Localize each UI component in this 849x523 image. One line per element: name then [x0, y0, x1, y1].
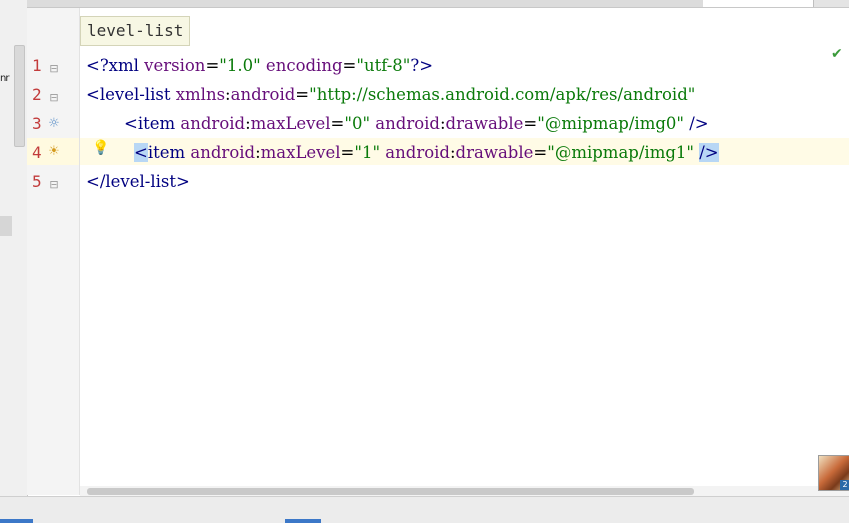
xml-eq: =	[342, 56, 357, 75]
xml-attr: android	[230, 85, 296, 104]
xml-value: "1.0"	[219, 56, 261, 75]
xml-attr: android	[185, 143, 256, 162]
xml-eq: =	[205, 56, 220, 75]
xml-attr: android	[175, 114, 246, 133]
image-thumbnail[interactable]: 2	[818, 455, 849, 491]
xml-punct: </	[86, 172, 106, 191]
sun-cloud-icon: ☀	[48, 144, 60, 159]
xml-attr: android	[370, 114, 440, 133]
xml-tag: level-list	[99, 85, 171, 104]
editor-tab[interactable]	[67, 0, 188, 7]
xml-punct: <?	[86, 56, 109, 75]
xml-punct: <	[86, 85, 100, 104]
editor-tab-bar	[27, 0, 849, 8]
xml-attr: android	[380, 143, 450, 162]
editor-tab[interactable]	[569, 0, 704, 7]
line-number: 4	[32, 143, 42, 162]
xml-punct: />	[684, 114, 709, 133]
xml-attr: xmlns	[170, 85, 226, 104]
code-line-5[interactable]: </level-list>	[86, 171, 190, 193]
horizontal-scrollbar[interactable]	[87, 488, 694, 495]
code-line-4[interactable]: <item android:maxLevel="1" android:drawa…	[134, 142, 719, 164]
code-line-1[interactable]: <?xml version="1.0" encoding="utf-8"?>	[86, 55, 433, 77]
xml-punct-matched: <	[134, 143, 148, 162]
xml-attr: drawable	[455, 143, 534, 162]
status-bar	[0, 496, 849, 523]
xml-tag: xml	[108, 56, 139, 75]
xml-eq: =	[340, 143, 355, 162]
editor-tab[interactable]	[311, 0, 438, 7]
code-line-3[interactable]: <item android:maxLevel="0" android:drawa…	[124, 113, 709, 135]
editor-tab[interactable]	[437, 0, 570, 7]
status-indicator	[0, 519, 33, 523]
sidebar-scrollbar[interactable]	[14, 45, 25, 147]
check-icon: ✔	[831, 46, 843, 62]
xml-punct: ?>	[410, 56, 434, 75]
lightbulb-icon[interactable]: 💡	[92, 140, 109, 158]
xml-attr: maxLevel	[260, 143, 341, 162]
xml-value: "utf-8"	[356, 56, 411, 75]
sun-icon: ☼	[48, 116, 60, 131]
project-sidebar: nr	[0, 0, 28, 522]
xml-tag: level-list	[105, 172, 177, 191]
line-number: 5	[32, 172, 42, 191]
editor-tab[interactable]	[27, 0, 68, 7]
xml-value: "1"	[354, 143, 381, 162]
xml-value: "0"	[344, 114, 371, 133]
xml-value: "@mipmap/img0"	[537, 114, 684, 133]
xml-eq: =	[295, 85, 310, 104]
xml-punct: <	[124, 114, 138, 133]
sidebar-text-fragment: nr	[0, 73, 10, 84]
line-number: 2	[32, 85, 42, 104]
line-number: 1	[32, 56, 42, 75]
editor-tab-active[interactable]	[703, 0, 814, 7]
xml-eq: =	[523, 114, 538, 133]
editor-gutter	[27, 8, 80, 495]
fold-end-icon[interactable]: ⊟	[47, 178, 61, 192]
code-editor[interactable]	[80, 8, 849, 495]
xml-eq: =	[533, 143, 548, 162]
xml-attr: encoding	[260, 56, 343, 75]
xml-punct-matched: />	[699, 143, 719, 162]
editor-tab[interactable]	[187, 0, 312, 7]
xml-attr: version	[138, 56, 206, 75]
line-number: 3	[32, 114, 42, 133]
status-indicator	[285, 519, 321, 523]
xml-tag: item	[147, 143, 186, 162]
thumbnail-badge: 2	[840, 480, 849, 490]
fold-minus-icon[interactable]: ⊟	[47, 62, 61, 76]
breadcrumb-tooltip: level-list	[80, 16, 191, 46]
code-line-2[interactable]: <level-list xmlns:android="http://schema…	[86, 84, 695, 106]
sidebar-selected-row[interactable]	[0, 216, 12, 236]
xml-value: "http://schemas.android.com/apk/res/andr…	[309, 85, 696, 104]
xml-attr: maxLevel	[250, 114, 331, 133]
xml-punct: >	[176, 172, 190, 191]
xml-eq: =	[330, 114, 345, 133]
fold-minus-icon[interactable]: ⊟	[47, 91, 61, 105]
xml-attr: drawable	[445, 114, 524, 133]
xml-tag: item	[137, 114, 176, 133]
xml-value: "@mipmap/img1"	[547, 143, 694, 162]
